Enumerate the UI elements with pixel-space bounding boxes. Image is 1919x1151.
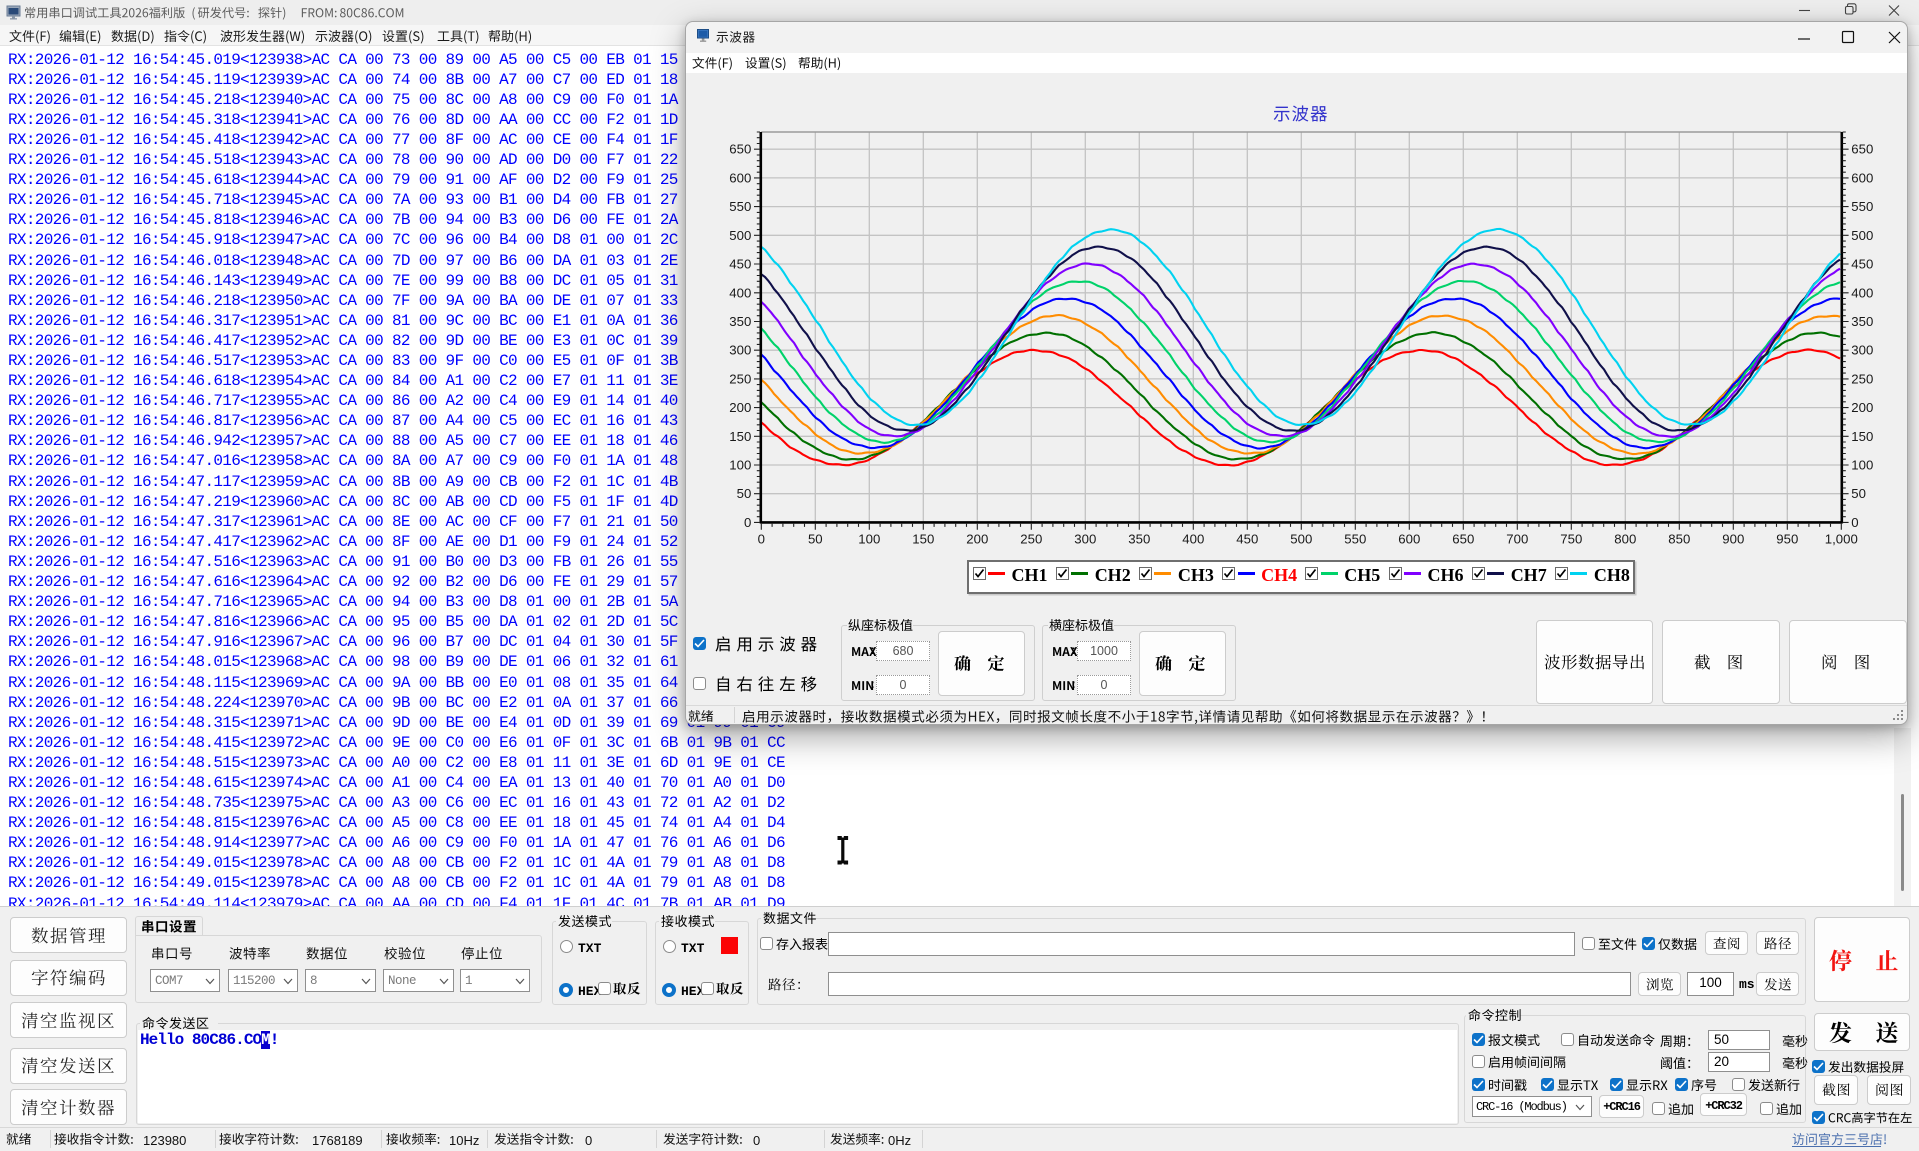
svg-text:700: 700 (1506, 531, 1528, 546)
svg-text:900: 900 (1722, 531, 1744, 546)
svg-text:50: 50 (808, 531, 823, 546)
svg-text:650: 650 (1452, 531, 1474, 546)
svg-text:450: 450 (729, 257, 751, 272)
svg-text:400: 400 (1182, 531, 1204, 546)
svg-text:100: 100 (1851, 458, 1873, 473)
svg-text:550: 550 (729, 199, 751, 214)
svg-text:600: 600 (1398, 531, 1420, 546)
svg-text:200: 200 (1851, 400, 1873, 415)
svg-text:350: 350 (729, 314, 751, 329)
svg-text:600: 600 (1851, 170, 1873, 185)
svg-text:450: 450 (1851, 257, 1873, 272)
svg-text:650: 650 (1851, 142, 1873, 157)
svg-text:600: 600 (729, 170, 751, 185)
svg-text:350: 350 (1851, 314, 1873, 329)
svg-text:500: 500 (729, 228, 751, 243)
svg-text:550: 550 (1344, 531, 1366, 546)
svg-text:150: 150 (912, 531, 934, 546)
svg-text:1,000: 1,000 (1825, 531, 1858, 546)
svg-text:50: 50 (737, 486, 752, 501)
svg-text:350: 350 (1128, 531, 1150, 546)
svg-text:0: 0 (1851, 515, 1858, 530)
svg-text:200: 200 (966, 531, 988, 546)
svg-text:150: 150 (729, 429, 751, 444)
svg-text:850: 850 (1668, 531, 1690, 546)
svg-text:250: 250 (1851, 371, 1873, 386)
svg-text:100: 100 (858, 531, 880, 546)
svg-text:0: 0 (758, 531, 765, 546)
svg-text:300: 300 (729, 343, 751, 358)
svg-text:450: 450 (1236, 531, 1258, 546)
svg-text:250: 250 (729, 371, 751, 386)
svg-text:550: 550 (1851, 199, 1873, 214)
svg-text:500: 500 (1290, 531, 1312, 546)
svg-text:800: 800 (1614, 531, 1636, 546)
svg-text:200: 200 (729, 400, 751, 415)
svg-text:50: 50 (1851, 486, 1866, 501)
svg-text:150: 150 (1851, 429, 1873, 444)
svg-text:300: 300 (1851, 343, 1873, 358)
svg-text:500: 500 (1851, 228, 1873, 243)
svg-text:300: 300 (1074, 531, 1096, 546)
svg-text:100: 100 (729, 458, 751, 473)
svg-text:400: 400 (729, 285, 751, 300)
svg-text:950: 950 (1776, 531, 1798, 546)
svg-text:0: 0 (744, 515, 751, 530)
svg-text:750: 750 (1560, 531, 1582, 546)
svg-text:250: 250 (1020, 531, 1042, 546)
svg-text:650: 650 (729, 142, 751, 157)
svg-text:400: 400 (1851, 285, 1873, 300)
